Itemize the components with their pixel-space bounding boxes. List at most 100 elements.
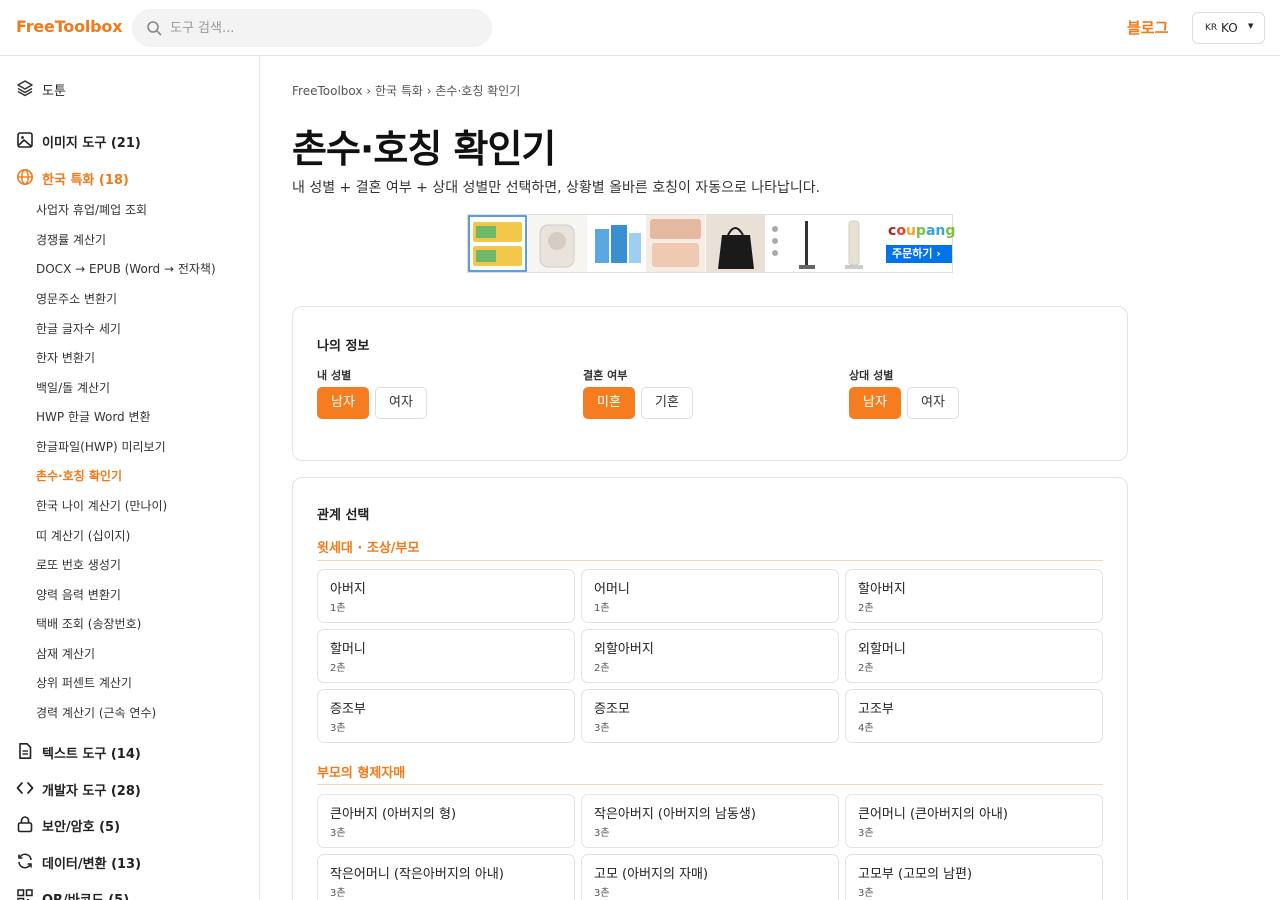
relation-option[interactable]: 할아버지 2촌 (845, 569, 1103, 623)
relation-option[interactable]: 큰아버지 (아버지의 형) 3촌 (317, 794, 575, 848)
sidebar-subitem[interactable]: 한자 변환기 (36, 349, 95, 366)
married-button[interactable]: 기혼 (641, 387, 693, 419)
sidebar-subitem[interactable]: 양력 음력 변환기 (36, 586, 121, 603)
sidebar-category-label: 이미지 도구 (21) (42, 136, 141, 151)
relation-name: 외할아버지 (594, 642, 654, 657)
globe-icon (17, 169, 33, 185)
relation-option[interactable]: 고조부 4촌 (845, 689, 1103, 743)
sidebar-subitem[interactable]: 삼재 계산기 (36, 645, 95, 662)
qr-icon (17, 889, 33, 900)
breadcrumb-category[interactable]: 한국 특화 (375, 84, 423, 98)
sidebar-subitem[interactable]: 백일/돌 계산기 (36, 379, 110, 396)
sidebar-subitem[interactable]: 한국 나이 계산기 (만나이) (36, 497, 167, 514)
sidebar-subitem[interactable]: 한글 글자수 세기 (36, 320, 121, 337)
relation-name: 고모부 (고모의 남편) (858, 867, 973, 882)
breadcrumb: FreeToolbox › 한국 특화 › 촌수·호칭 확인기 (292, 82, 520, 99)
sidebar-subitem[interactable]: HWP 한글 Word 변환 (36, 408, 151, 425)
relation-option[interactable]: 증조모 3촌 (581, 689, 839, 743)
sidebar-subitem[interactable]: 경쟁률 계산기 (36, 231, 106, 248)
ad-product-image[interactable] (825, 215, 884, 272)
relation-name: 증조부 (330, 702, 366, 717)
relation-option[interactable]: 외할머니 2촌 (845, 629, 1103, 683)
relation-option[interactable]: 작은아버지 (아버지의 남동생) 3촌 (581, 794, 839, 848)
coupang-logo[interactable]: coupang (888, 223, 955, 239)
breadcrumb-home[interactable]: FreeToolbox (292, 84, 362, 98)
sidebar-subitem[interactable]: 로또 번호 생성기 (36, 556, 121, 573)
relation-name: 고모 (아버지의 자매) (594, 867, 709, 882)
breadcrumb-current: 촌수·호칭 확인기 (435, 84, 521, 98)
image-icon (17, 132, 33, 148)
sidebar-subitem[interactable]: 사업자 휴업/폐업 조회 (36, 201, 147, 218)
sidebar-category-label: 한국 특화 (18) (42, 173, 129, 188)
sidebar-subitem-active[interactable]: 촌수·호칭 확인기 (36, 467, 122, 484)
main-content: FreeToolbox › 한국 특화 › 촌수·호칭 확인기 촌수·호칭 확인… (260, 56, 1280, 900)
sidebar-subitem[interactable]: DOCX → EPUB (Word → 전자책) (36, 260, 216, 277)
group-divider (317, 560, 1103, 561)
refresh-icon (18, 853, 32, 869)
relation-option[interactable]: 증조부 3촌 (317, 689, 575, 743)
blog-link[interactable]: 블로그 (1127, 17, 1168, 38)
sidebar-subitem[interactable]: 띠 계산기 (십이지) (36, 527, 130, 544)
sidebar: 도툰 이미지 도구 (21) 한국 특화 (18) 사업자 휴업/폐업 조회 경… (0, 56, 260, 900)
sidebar-category-label: 보안/암호 (5) (42, 820, 121, 835)
ad-product-image[interactable] (587, 215, 646, 272)
sidebar-category-label: 텍스트 도구 (14) (42, 747, 141, 762)
relation-chon: 3촌 (594, 888, 610, 899)
page-description: 내 성별 + 결혼 여부 + 상대 성별만 선택하면, 상황별 올바른 호칭이 … (292, 180, 821, 196)
relation-name: 할머니 (330, 642, 366, 657)
relation-option[interactable]: 어머니 1촌 (581, 569, 839, 623)
my-gender-label: 내 성별 (317, 369, 352, 382)
relation-name: 큰어머니 (큰아버지의 아내) (858, 807, 1008, 822)
language-code: KO (1221, 21, 1238, 35)
marital-status-label: 결혼 여부 (583, 369, 628, 382)
relation-title: 관계 선택 (317, 508, 370, 523)
my-gender-female-button[interactable]: 여자 (375, 387, 427, 419)
relation-chon: 2촌 (858, 603, 874, 614)
single-button[interactable]: 미혼 (583, 387, 635, 419)
relation-option[interactable]: 작은어머니 (작은아버지의 아내) 3촌 (317, 854, 575, 900)
my-info-title: 나의 정보 (317, 339, 370, 354)
sidebar-subitem[interactable]: 영문주소 변환기 (36, 290, 117, 307)
relation-chon: 2촌 (594, 663, 610, 674)
my-gender-male-button[interactable]: 남자 (317, 387, 369, 419)
lock-icon (17, 816, 33, 833)
document-icon (19, 743, 32, 759)
top-header: FreeToolbox 블로그 KR KO ▼ (0, 0, 1280, 56)
relation-option[interactable]: 아버지 1촌 (317, 569, 575, 623)
code-icon (16, 782, 34, 794)
ad-product-image[interactable] (646, 215, 705, 272)
ad-product-image[interactable] (528, 215, 587, 272)
sidebar-subitem[interactable]: 한글파일(HWP) 미리보기 (36, 438, 166, 455)
ad-banner[interactable]: coupang 주문하기 › (467, 214, 955, 273)
language-selector[interactable]: KR KO ▼ (1192, 12, 1265, 44)
sidebar-subitem[interactable]: 택배 조회 (송장번호) (36, 615, 141, 632)
other-gender-male-button[interactable]: 남자 (849, 387, 901, 419)
relation-option[interactable]: 고모부 (고모의 남편) 3촌 (845, 854, 1103, 900)
relation-option[interactable]: 큰어머니 (큰아버지의 아내) 3촌 (845, 794, 1103, 848)
ad-product-image[interactable] (765, 215, 824, 272)
relation-option[interactable]: 할머니 2촌 (317, 629, 575, 683)
relation-chon: 3촌 (594, 723, 610, 734)
relation-chon: 1촌 (594, 603, 610, 614)
relation-option[interactable]: 고모 (아버지의 자매) 3촌 (581, 854, 839, 900)
search-bar[interactable] (132, 9, 492, 47)
ad-product-image[interactable] (468, 215, 527, 272)
sidebar-subitem[interactable]: 상위 퍼센트 계산기 (36, 674, 132, 691)
site-logo[interactable]: FreeToolbox (16, 17, 123, 36)
relation-name: 아버지 (330, 582, 366, 597)
ad-order-button[interactable]: 주문하기 › (886, 245, 952, 263)
relation-chon: 3촌 (858, 828, 874, 839)
search-input[interactable] (170, 9, 480, 47)
other-gender-female-button[interactable]: 여자 (907, 387, 959, 419)
group-divider (317, 784, 1103, 785)
ad-product-image[interactable] (706, 215, 765, 272)
page-title: 촌수·호칭 확인기 (292, 127, 556, 171)
relation-option[interactable]: 외할아버지 2촌 (581, 629, 839, 683)
relation-name: 작은어머니 (작은아버지의 아내) (330, 867, 504, 882)
other-gender-label: 상대 성별 (849, 369, 894, 382)
search-icon (147, 21, 162, 36)
sidebar-subitem[interactable]: 경력 계산기 (근속 연수) (36, 704, 156, 721)
relation-name: 외할머니 (858, 642, 906, 657)
relation-name: 고조부 (858, 702, 894, 717)
sidebar-category-label: 데이터/변환 (13) (42, 857, 142, 872)
